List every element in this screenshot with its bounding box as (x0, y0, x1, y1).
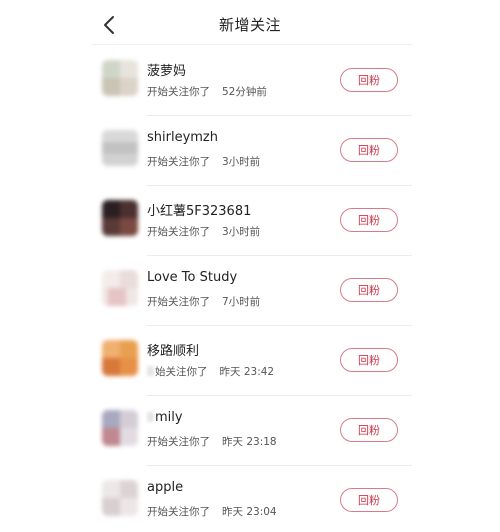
follow-time: 昨天 23:42 (219, 366, 275, 378)
follow-text: 开始关注你了 (147, 506, 210, 518)
follow-back-button[interactable]: 回粉 (340, 208, 398, 232)
follower-name[interactable]: 移路顺利 (147, 340, 199, 359)
list-item: Love To Study 开始关注你了 7小时前 回粉 (0, 256, 500, 326)
follow-text: 始关注你了 (155, 366, 208, 378)
list-item: 移路顺利 始关注你了 昨天 23:42 回粉 (0, 326, 500, 396)
follow-text: 开始关注你了 (147, 296, 210, 308)
list-item: 小红薯5F323681 开始关注你了 3小时前 回粉 (0, 186, 500, 256)
follower-name[interactable]: apple (147, 480, 183, 495)
list-item: apple 开始关注你了 昨天 23:04 回粉 (0, 466, 500, 532)
follow-time: 7小时前 (222, 296, 261, 308)
follower-list: 菠萝妈 开始关注你了 52分钟前 回粉 shirleymzh 开始关注你了 3小时前… (0, 46, 500, 532)
follow-text: 开始关注你了 (147, 156, 210, 168)
follower-name-text: mily (155, 410, 183, 425)
follow-meta: 开始关注你了 昨天 23:18 (147, 434, 277, 449)
avatar[interactable] (102, 60, 138, 96)
list-item: shirleymzh 开始关注你了 3小时前 回粉 (0, 116, 500, 186)
follow-text: 开始关注你了 (147, 436, 210, 448)
follow-time: 昨天 23:04 (222, 506, 277, 518)
obscured-char (147, 366, 154, 376)
follow-time: 52分钟前 (222, 86, 267, 98)
obscured-char (147, 412, 154, 422)
page-title: 新增关注 (218, 16, 281, 34)
follow-time: 3小时前 (222, 226, 261, 238)
follow-back-button[interactable]: 回粉 (340, 68, 398, 92)
avatar[interactable] (102, 340, 138, 376)
follower-name[interactable]: 菠萝妈 (147, 60, 186, 79)
avatar[interactable] (102, 480, 138, 516)
follow-back-button[interactable]: 回粉 (340, 278, 398, 302)
follow-back-button[interactable]: 回粉 (340, 348, 398, 372)
list-item: mily 开始关注你了 昨天 23:18 回粉 (0, 396, 500, 466)
follow-time: 昨天 23:18 (222, 436, 277, 448)
follow-meta: 开始关注你了 7小时前 (147, 294, 260, 309)
follow-time: 3小时前 (222, 156, 261, 168)
follow-back-button[interactable]: 回粉 (340, 488, 398, 512)
avatar[interactable] (102, 410, 138, 446)
follow-text: 开始关注你了 (147, 86, 210, 98)
follower-name[interactable]: shirleymzh (147, 130, 218, 145)
follow-meta: 开始关注你了 3小时前 (147, 154, 260, 169)
follow-back-button[interactable]: 回粉 (340, 418, 398, 442)
header: 新增关注 (0, 0, 500, 46)
header-divider (92, 44, 412, 45)
follow-meta: 开始关注你了 3小时前 (147, 224, 260, 239)
follower-name[interactable]: Love To Study (147, 270, 237, 285)
follow-meta: 始关注你了 昨天 23:42 (147, 364, 274, 379)
follow-text: 开始关注你了 (147, 226, 210, 238)
follow-meta: 开始关注你了 昨天 23:04 (147, 504, 277, 519)
avatar[interactable] (102, 130, 138, 166)
follower-name[interactable]: mily (147, 410, 183, 425)
avatar[interactable] (102, 270, 138, 306)
follow-meta: 开始关注你了 52分钟前 (147, 84, 267, 99)
list-item: 菠萝妈 开始关注你了 52分钟前 回粉 (0, 46, 500, 116)
new-followers-page: 新增关注 菠萝妈 开始关注你了 52分钟前 回粉 shirleymzh 开始关注… (0, 0, 500, 532)
avatar[interactable] (102, 200, 138, 236)
follow-back-button[interactable]: 回粉 (340, 138, 398, 162)
follower-name[interactable]: 小红薯5F323681 (147, 200, 251, 219)
